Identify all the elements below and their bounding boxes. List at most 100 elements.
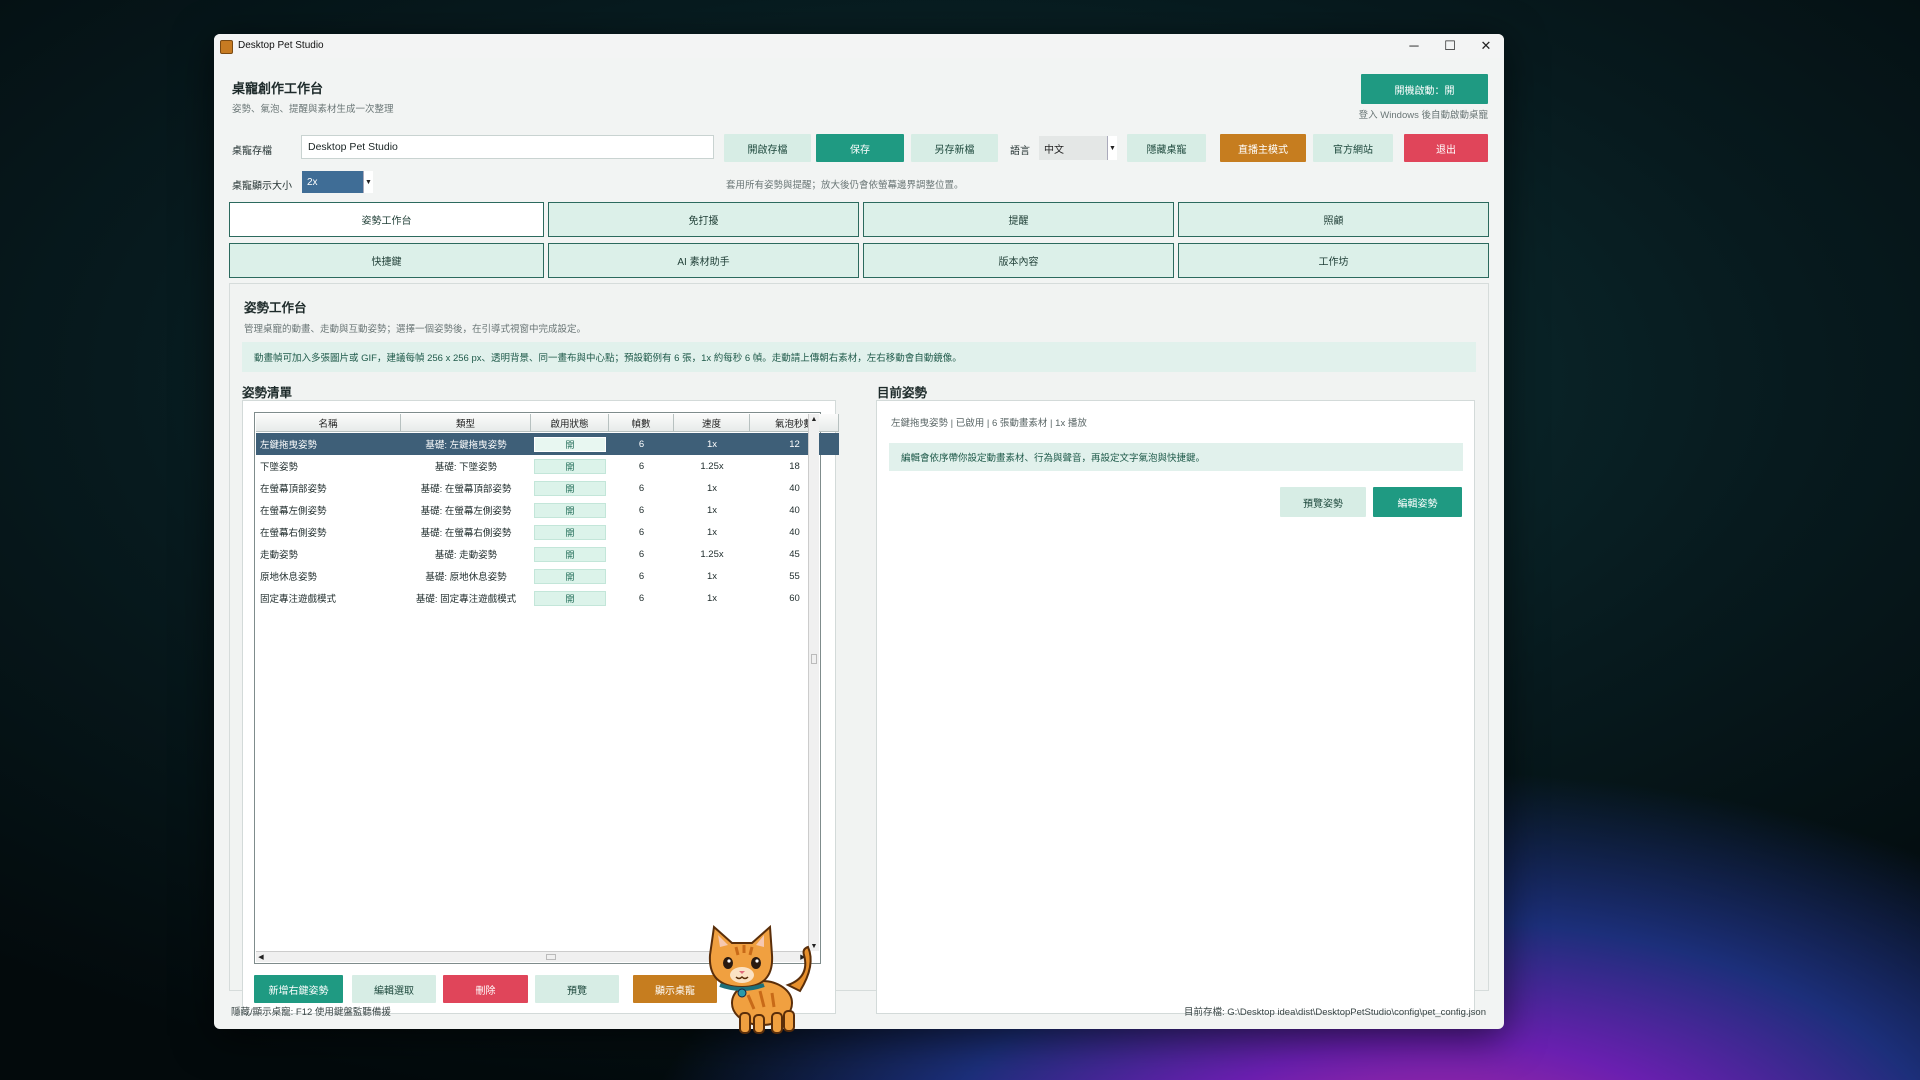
- save-file-label: 桌寵存檔: [232, 146, 272, 157]
- table-row[interactable]: 下墜姿勢 基礎: 下墜姿勢 開 6 1.25x 18: [256, 455, 839, 477]
- tab-care[interactable]: 照顧: [1178, 202, 1489, 237]
- display-size-label: 桌寵顯示大小: [232, 181, 292, 192]
- delete-button[interactable]: 刪除: [443, 975, 528, 1003]
- official-site-button[interactable]: 官方網站: [1313, 134, 1393, 162]
- cell-name: 在螢幕右側姿勢: [260, 528, 327, 539]
- exit-button[interactable]: 退出: [1404, 134, 1488, 162]
- status-toggle[interactable]: 開: [534, 568, 606, 584]
- language-label: 語言: [1010, 146, 1030, 157]
- current-pose-summary: 左鍵拖曳姿勢 | 已啟用 | 6 張動畫素材 | 1x 播放: [891, 418, 1087, 429]
- status-toggle[interactable]: 開: [534, 480, 606, 496]
- edit-selected-button[interactable]: 編輯選取: [352, 975, 436, 1003]
- column-header-status[interactable]: 啟用狀態: [531, 414, 609, 432]
- add-pose-button[interactable]: 新增右鍵姿勢: [254, 975, 343, 1003]
- open-save-button[interactable]: 開啟存檔: [724, 134, 811, 162]
- edit-pose-button[interactable]: 編輯姿勢: [1373, 487, 1462, 517]
- status-toggle[interactable]: 開: [534, 458, 606, 474]
- chevron-down-icon: ▼: [1107, 136, 1117, 160]
- table-row[interactable]: 固定專注遊戲模式 基礎: 固定專注遊戲模式 開 6 1x 60: [256, 587, 839, 609]
- scroll-thumb[interactable]: [811, 654, 817, 664]
- cell-type: 基礎: 在螢幕頂部姿勢: [420, 484, 512, 495]
- scroll-thumb[interactable]: [546, 954, 556, 960]
- status-toggle[interactable]: 開: [534, 590, 606, 606]
- tab-ai-assets[interactable]: AI 素材助手: [548, 243, 859, 278]
- cell-frames: 6: [638, 482, 645, 494]
- column-header-bubble-seconds[interactable]: 氣泡秒數: [750, 414, 839, 432]
- tab-reminders[interactable]: 提醒: [863, 202, 1174, 237]
- scroll-left-icon[interactable]: ◀: [256, 952, 266, 962]
- table-row[interactable]: 原地休息姿勢 基礎: 原地休息姿勢 開 6 1x 55: [256, 565, 839, 587]
- cell-name: 左鍵拖曳姿勢: [260, 440, 318, 451]
- title-bar: Desktop Pet Studio ─ ☐ ✕: [214, 34, 1504, 58]
- cell-name: 在螢幕頂部姿勢: [260, 484, 327, 495]
- save-as-button[interactable]: 另存新檔: [911, 134, 998, 162]
- display-size-value: 2x: [307, 176, 318, 188]
- table-row[interactable]: 在螢幕右側姿勢 基礎: 在螢幕右側姿勢 開 6 1x 40: [256, 521, 839, 543]
- display-size-select[interactable]: 2x ▼: [302, 171, 373, 193]
- table-row[interactable]: 在螢幕左側姿勢 基礎: 在螢幕左側姿勢 開 6 1x 40: [256, 499, 839, 521]
- cell-frames: 6: [638, 526, 645, 538]
- app-window: Desktop Pet Studio ─ ☐ ✕ 桌寵創作工作台 姿勢、氣泡、提…: [214, 34, 1504, 1029]
- cell-name: 在螢幕左側姿勢: [260, 506, 327, 517]
- window-title: Desktop Pet Studio: [238, 40, 324, 51]
- cell-type: 基礎: 在螢幕右側姿勢: [420, 528, 512, 539]
- column-header-frames[interactable]: 幀數: [609, 414, 674, 432]
- cell-name: 下墜姿勢: [260, 462, 299, 473]
- cell-frames: 6: [638, 438, 645, 450]
- save-button[interactable]: 保存: [816, 134, 904, 162]
- tab-release-notes[interactable]: 版本內容: [863, 243, 1174, 278]
- cell-speed: 1x: [706, 526, 718, 538]
- streamer-mode-button[interactable]: 直播主模式: [1220, 134, 1306, 162]
- tab-pose-workbench[interactable]: 姿勢工作台: [229, 202, 544, 237]
- hide-pet-button[interactable]: 隱藏桌寵: [1127, 134, 1206, 162]
- status-toggle[interactable]: 開: [534, 546, 606, 562]
- table-row[interactable]: 走動姿勢 基礎: 走動姿勢 開 6 1.25x 45: [256, 543, 839, 565]
- language-value: 中文: [1044, 144, 1064, 156]
- cell-speed: 1.25x: [700, 460, 724, 472]
- display-size-hint: 套用所有姿勢與提醒；放大後仍會依螢幕邊界調整位置。: [726, 180, 964, 191]
- cell-frames: 6: [638, 592, 645, 604]
- pose-table[interactable]: 名稱 類型 啟用狀態 幀數 速度 氣泡秒數 左鍵拖曳姿勢 基礎: 左鍵拖曳姿勢 …: [254, 412, 839, 964]
- cell-type: 基礎: 原地休息姿勢: [425, 572, 507, 583]
- column-header-name[interactable]: 名稱: [256, 414, 401, 432]
- startup-toggle-button[interactable]: 開機啟動：開: [1361, 74, 1488, 104]
- desktop-pet-cat[interactable]: [700, 925, 820, 1037]
- vertical-scrollbar[interactable]: ▲ ▼: [808, 414, 819, 951]
- cell-name: 走動姿勢: [260, 550, 299, 561]
- cell-bubble: 18: [789, 460, 800, 472]
- cell-type: 基礎: 固定專注遊戲模式: [415, 594, 517, 605]
- status-toggle[interactable]: 開: [534, 502, 606, 518]
- scroll-up-icon[interactable]: ▲: [809, 414, 819, 424]
- footer-hotkey-hint: 隱藏/顯示桌寵: F12 使用鍵盤監聽備援: [231, 1007, 391, 1018]
- table-header: 名稱 類型 啟用狀態 幀數 速度 氣泡秒數: [256, 414, 839, 432]
- tab-do-not-disturb[interactable]: 免打擾: [548, 202, 859, 237]
- cell-speed: 1x: [706, 504, 718, 516]
- tab-workshop[interactable]: 工作坊: [1178, 243, 1489, 278]
- current-pose-title: 目前姿勢: [877, 386, 928, 400]
- table-row[interactable]: 左鍵拖曳姿勢 基礎: 左鍵拖曳姿勢 開 6 1x 12: [256, 433, 839, 455]
- cell-frames: 6: [638, 570, 645, 582]
- tab-shortcuts[interactable]: 快捷鍵: [229, 243, 544, 278]
- pose-list-title: 姿勢清單: [242, 386, 293, 400]
- status-toggle[interactable]: 開: [534, 524, 606, 540]
- cell-frames: 6: [638, 504, 645, 516]
- column-header-type[interactable]: 類型: [401, 414, 531, 432]
- cell-speed: 1x: [706, 438, 718, 450]
- table-row[interactable]: 在螢幕頂部姿勢 基礎: 在螢幕頂部姿勢 開 6 1x 40: [256, 477, 839, 499]
- preview-pose-button[interactable]: 預覽姿勢: [1280, 487, 1366, 517]
- cell-name: 固定專注遊戲模式: [260, 594, 337, 605]
- cell-bubble: 55: [789, 570, 800, 582]
- column-header-speed[interactable]: 速度: [674, 414, 750, 432]
- app-icon: [220, 40, 233, 54]
- minimize-button[interactable]: ─: [1396, 34, 1432, 58]
- cell-type: 基礎: 下墜姿勢: [434, 462, 498, 473]
- language-select[interactable]: 中文 ▼: [1039, 136, 1117, 160]
- close-button[interactable]: ✕: [1468, 34, 1504, 58]
- save-file-input[interactable]: Desktop Pet Studio: [301, 135, 714, 159]
- preview-button[interactable]: 預覽: [535, 975, 619, 1003]
- cell-speed: 1.25x: [700, 548, 724, 560]
- chevron-down-icon: ▼: [363, 171, 373, 193]
- status-toggle[interactable]: 開: [534, 436, 606, 452]
- cell-speed: 1x: [706, 592, 718, 604]
- maximize-button[interactable]: ☐: [1432, 34, 1468, 58]
